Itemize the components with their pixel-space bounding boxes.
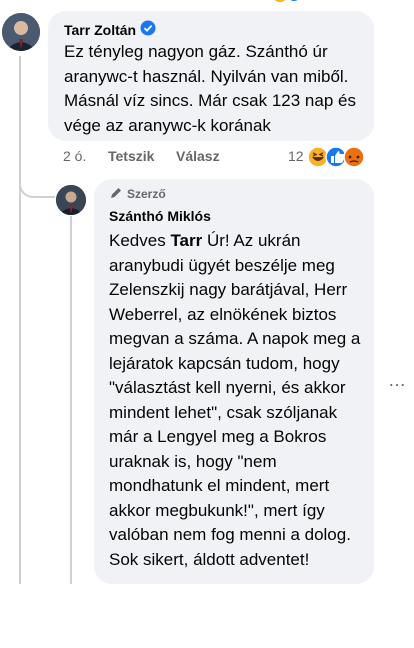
reply-text-prefix: Kedves — [109, 231, 171, 250]
reaction-count[interactable]: 12 — [288, 148, 304, 164]
pen-icon — [111, 188, 121, 198]
thread-line — [19, 56, 21, 584]
reply-button[interactable]: Válasz — [176, 148, 220, 164]
profile-photo-icon — [2, 13, 40, 51]
angry-reaction-icon — [343, 146, 365, 168]
reply-author[interactable]: Szánthó Miklós — [109, 208, 211, 224]
like-reaction-icon — [325, 146, 347, 168]
thread-connector — [19, 158, 55, 198]
reply-thread-line — [70, 216, 72, 584]
haha-reaction-icon — [307, 146, 329, 168]
avatar[interactable] — [56, 185, 86, 215]
like-button[interactable]: Tetszik — [108, 148, 154, 164]
reply-text-rest: Úr! Az ukrán aranybudi ügyét beszélje me… — [109, 231, 361, 569]
reaction-icons-clipped — [274, 0, 301, 3]
reply-text: Kedves Tarr Úr! Az ukrán aranybudi ügyét… — [109, 229, 371, 572]
comment-time[interactable]: 2 ó. — [63, 148, 86, 164]
comment-author[interactable]: Tarr Zoltán — [64, 22, 136, 38]
avatar[interactable] — [2, 13, 40, 51]
mention-link[interactable]: Tarr — [170, 231, 202, 250]
verified-badge-icon — [140, 20, 156, 36]
comment-text: Ez tényleg nagyon gáz. Szánthó úr aranyw… — [64, 42, 356, 135]
more-options-icon[interactable]: … — [388, 370, 407, 391]
author-badge: Szerző — [127, 187, 166, 201]
reactions-summary[interactable] — [307, 146, 371, 168]
profile-photo-icon — [56, 185, 86, 215]
